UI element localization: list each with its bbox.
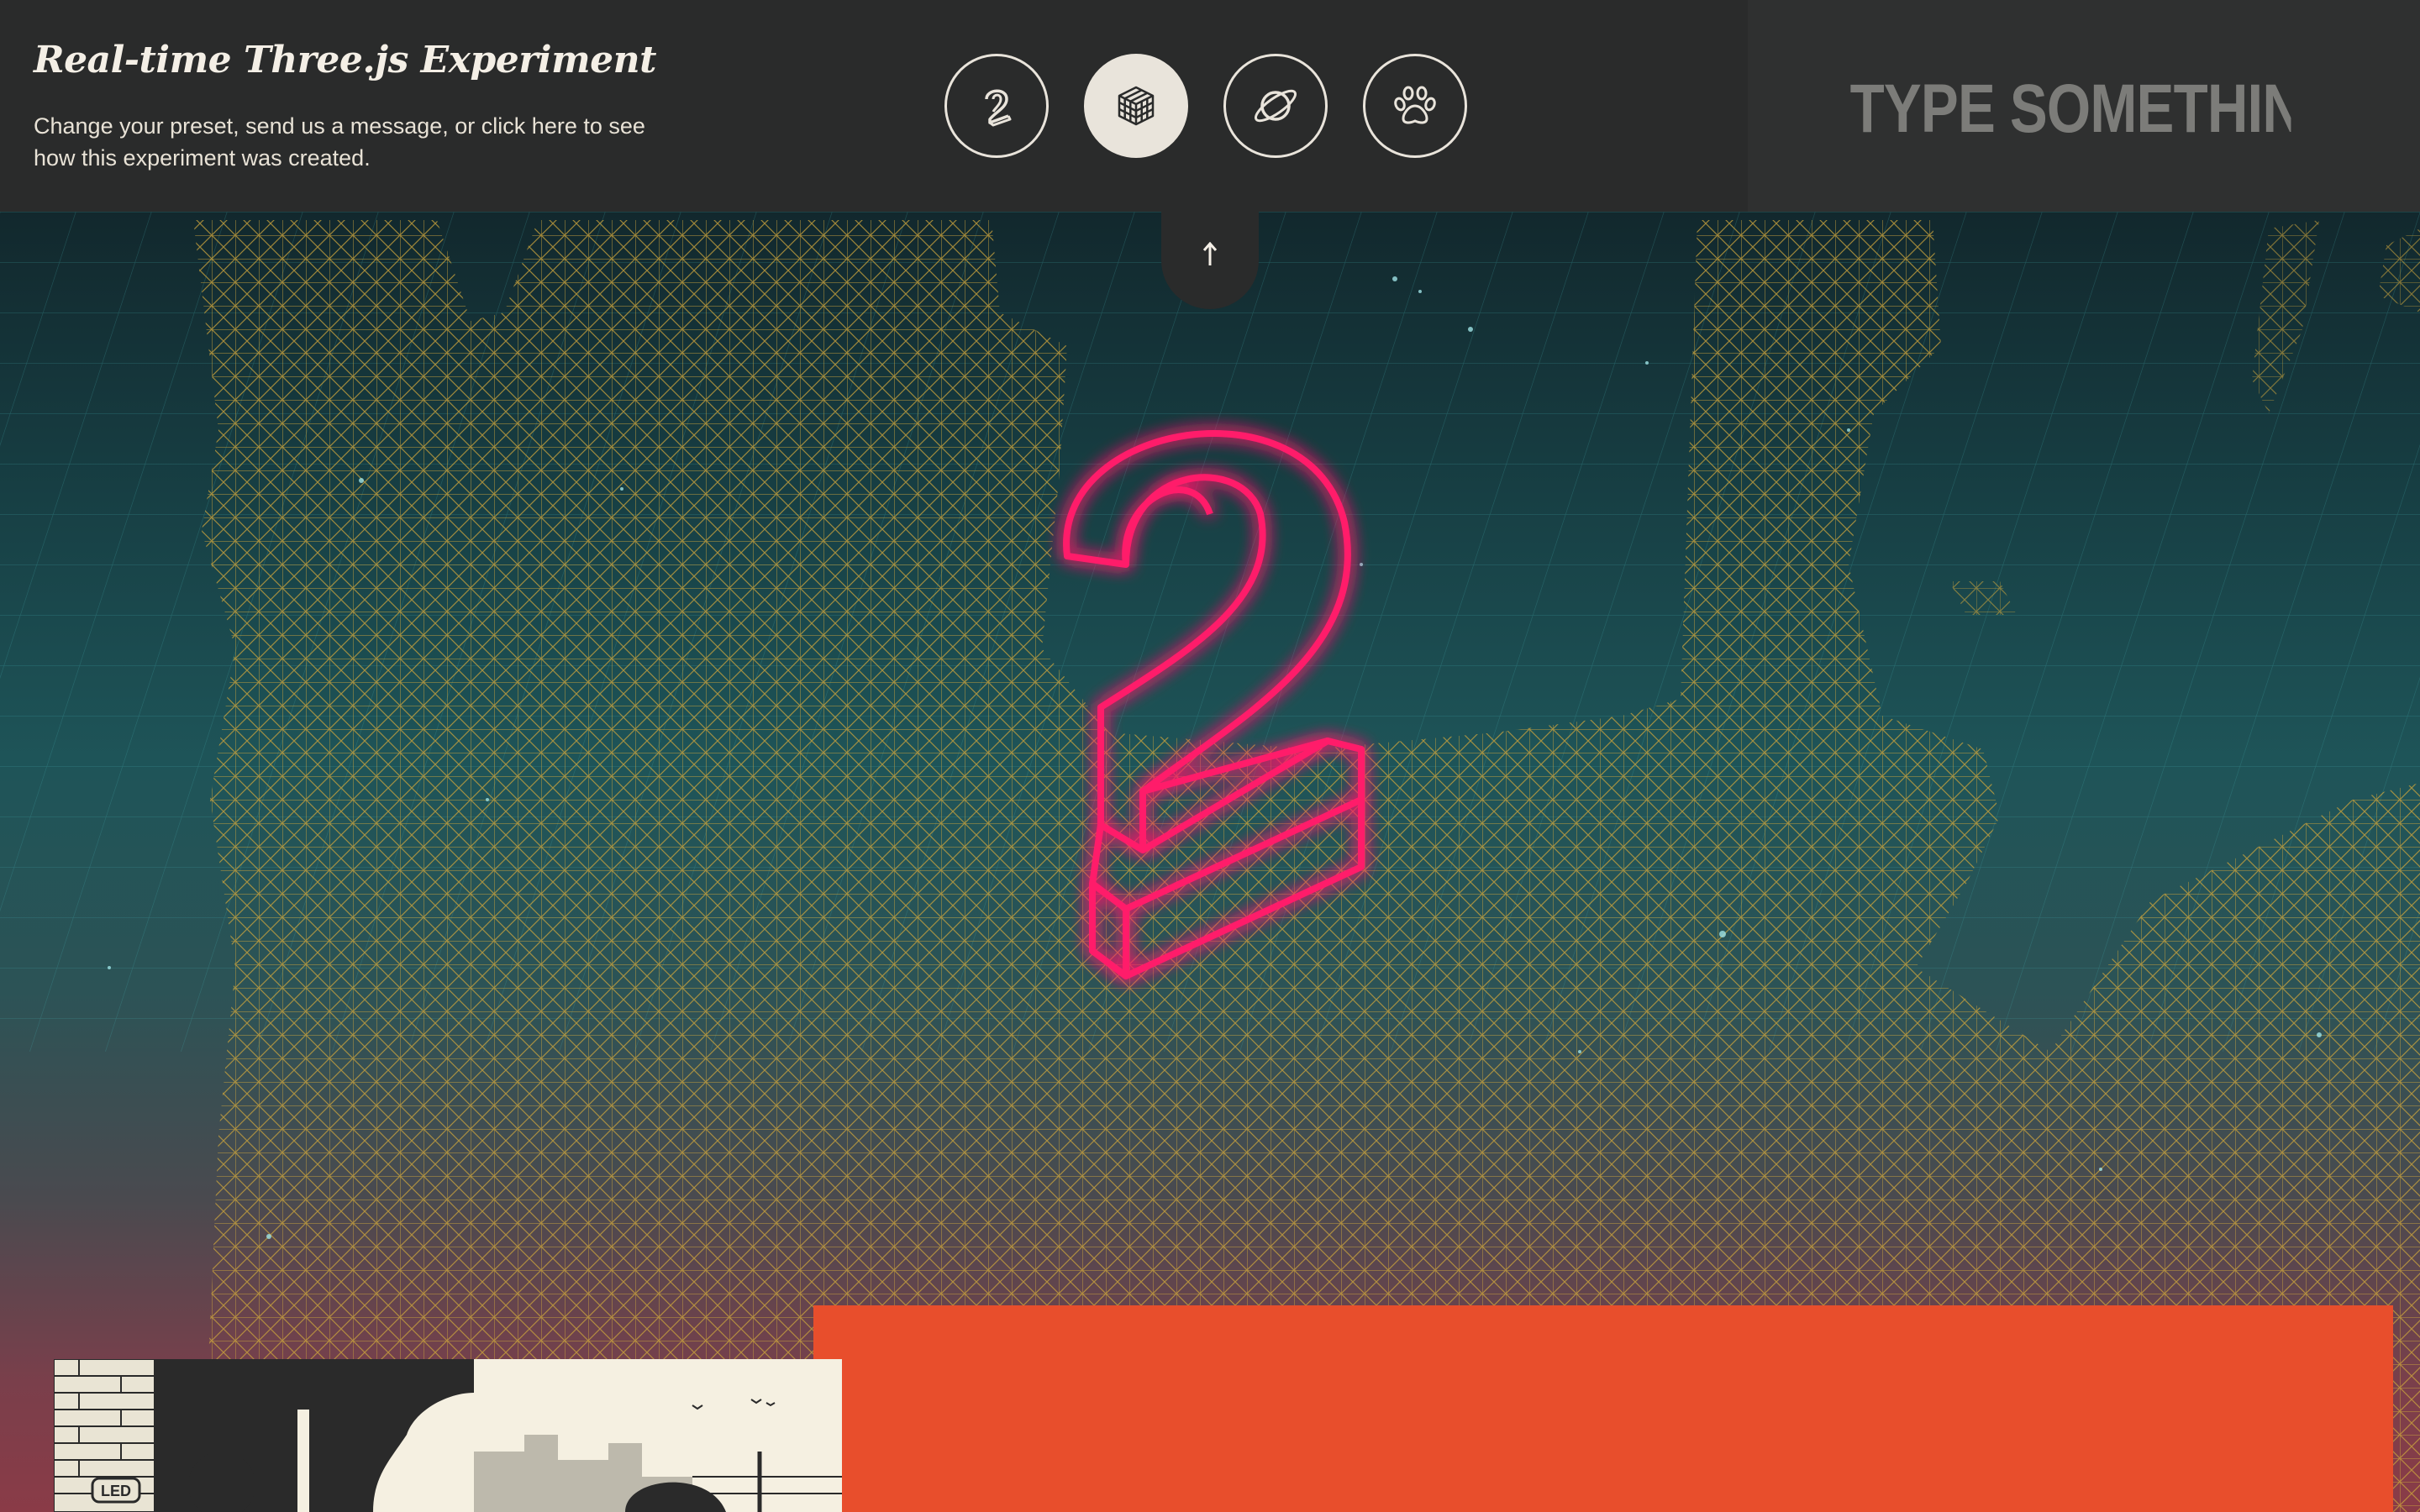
message-panel <box>1748 0 2420 212</box>
collapse-toggle[interactable] <box>1161 212 1259 309</box>
paw-icon <box>1394 86 1436 124</box>
page-title: Real-time Three.js Experiment <box>34 39 656 81</box>
intro-description[interactable]: Change your preset, send us a message, o… <box>34 110 689 174</box>
preset-selector <box>944 54 1467 158</box>
preset-button-cube[interactable] <box>1084 54 1188 158</box>
arrow-up-icon <box>1202 242 1218 265</box>
message-input[interactable] <box>1849 62 2293 156</box>
top-bar: Real-time Three.js Experiment Change you… <box>0 0 2420 212</box>
orange-card[interactable] <box>813 1305 2393 1512</box>
preset-button-planet[interactable] <box>1223 54 1328 158</box>
comic-card[interactable]: LED <box>54 1359 842 1512</box>
sign-text: LED <box>101 1483 131 1499</box>
preset-button-paw[interactable] <box>1363 54 1467 158</box>
cube-icon <box>1118 86 1155 126</box>
planet-icon <box>1254 89 1297 123</box>
preset-button-number[interactable] <box>944 54 1049 158</box>
comic-illustration: LED <box>54 1359 842 1512</box>
number-two-icon <box>985 89 1012 127</box>
intro-block: Real-time Three.js Experiment Change you… <box>34 39 689 174</box>
